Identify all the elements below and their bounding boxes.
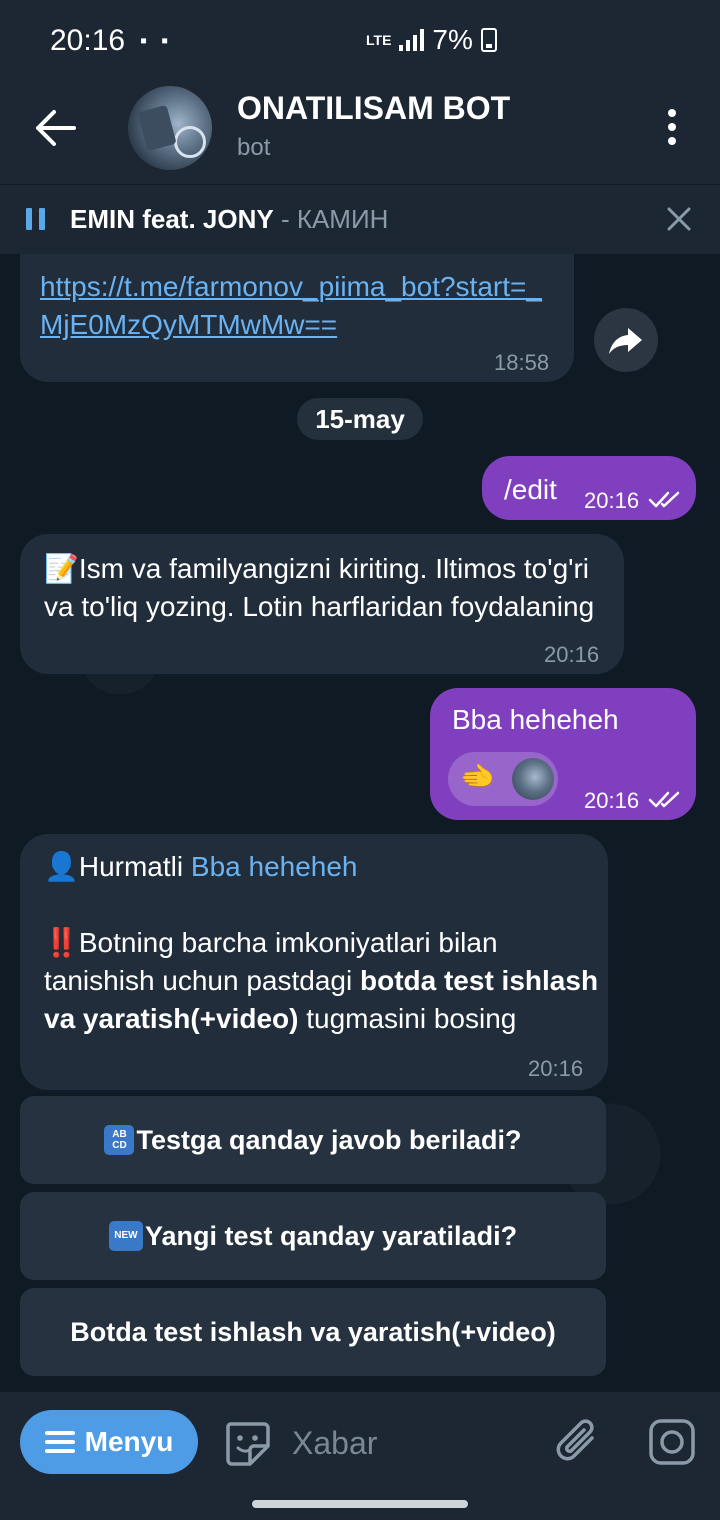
paperclip-icon[interactable] [554,1416,600,1466]
close-icon[interactable] [666,206,692,232]
keyboard-button-answer[interactable]: AB CD Testga qanday javob beriladi? [20,1096,606,1184]
bot-avatar[interactable] [128,86,212,170]
double-check-icon [648,791,680,808]
forward-button[interactable] [594,308,658,372]
message-text: 📝Ism va familyangizni kiriting. Iltimos … [44,553,595,622]
signal-icon [399,29,425,51]
battery-percent: 7% [432,24,473,55]
more-vertical-icon[interactable] [660,108,684,146]
greeting-text: 👤Hurmatli [44,851,191,882]
home-indicator[interactable] [252,1500,468,1508]
keyboard-button-label: Yangi test qanday yaratiladi? [144,1220,518,1251]
message-text: ‼️Botning barcha imkoniyatlari bilan tan… [44,924,600,1038]
user-mention[interactable]: Bba heheheh [191,851,358,882]
message-input[interactable] [292,1418,532,1468]
music-track: - КАМИН [273,204,389,234]
reactor-avatar [512,758,554,800]
message-time: 20:16 [584,788,640,813]
keyboard-button-create[interactable]: NEW Yangi test qanday yaratiladi? [20,1192,606,1280]
message-text: Bba heheheh [452,704,619,735]
message-time: 20:16 [544,642,600,667]
info-body-end: tugmasini bosing [298,1003,517,1034]
camera-icon[interactable] [648,1418,696,1466]
menu-button[interactable]: Menyu [20,1410,198,1474]
new-icon: NEW [108,1221,143,1251]
back-arrow-icon[interactable] [34,108,78,148]
status-indicators: LTE 7% [366,24,497,56]
keyboard-button-video[interactable]: Botda test ishlash va yaratish(+video) [20,1288,606,1376]
chat-title[interactable]: ONATILISAM BOT [237,90,510,127]
status-time: 20:16 [50,24,126,57]
date-separator: 15-may [297,398,423,440]
menu-label: Menyu [84,1426,174,1457]
message-time: 20:16 [584,488,640,513]
now-playing[interactable]: EMIN feat. JONY - КАМИН [70,204,388,235]
forward-icon [609,328,642,354]
message-link[interactable]: https://t.me/farmonov_piima_bot?start=_M… [40,268,560,344]
pointing-hand-emoji: 🫲 [460,761,495,792]
message-time: 20:16 [528,1056,584,1081]
music-artist: EMIN feat. JONY [70,204,274,234]
message-time: 18:58 [494,350,550,375]
sticker-icon[interactable] [222,1418,272,1468]
abcd-icon: AB CD [104,1125,135,1155]
keyboard-button-label: Botda test ishlash va yaratish(+video) [70,1316,556,1347]
keyboard-button-label: Testga qanday javob beriladi? [136,1124,522,1155]
message-greeting: 👤Hurmatli Bba heheheh [44,850,358,883]
menu-icon [44,1431,75,1453]
network-type: LTE [366,32,392,48]
battery-icon [480,28,497,52]
message-text: /edit [504,474,557,505]
chat-subtitle: bot [237,134,271,161]
pause-icon[interactable] [26,208,46,230]
double-check-icon [648,491,680,508]
notification-icons: ▪▪ [140,30,183,52]
